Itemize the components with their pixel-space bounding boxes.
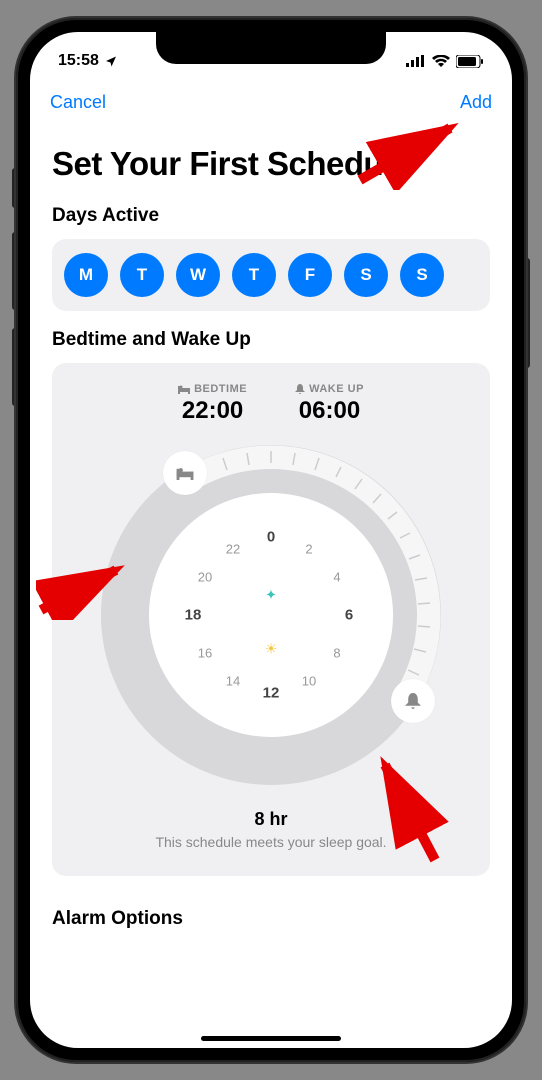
phone-frame: 15:58 Cancel Add Set Your First Schedule… — [16, 18, 526, 1062]
day-chip-sun[interactable]: S — [400, 253, 444, 297]
bedtime-handle[interactable] — [163, 451, 207, 495]
day-chip-thu[interactable]: T — [232, 253, 276, 297]
days-container: M T W T F S S — [52, 239, 490, 311]
wakeup-block: WAKE UP 06:00 — [295, 383, 364, 425]
home-indicator[interactable] — [201, 1036, 341, 1041]
notch — [156, 32, 386, 64]
day-chip-fri[interactable]: F — [288, 253, 332, 297]
sun-icon: ☀ — [265, 641, 278, 658]
status-time: 15:58 — [58, 52, 99, 70]
navigation-bar: Cancel Add — [30, 78, 512, 119]
bell-icon — [295, 384, 305, 394]
wakeup-handle[interactable] — [391, 679, 435, 723]
sleep-goal-text: This schedule meets your sleep goal. — [64, 834, 478, 850]
day-chip-sat[interactable]: S — [344, 253, 388, 297]
night-star-icon: ✦ — [265, 587, 277, 604]
bedtime-section: Bedtime and Wake Up BEDTIME 22:00 WAKE U… — [30, 329, 512, 894]
days-active-header: Days Active — [52, 205, 490, 227]
battery-icon — [456, 55, 484, 68]
wakeup-value: 06:00 — [295, 397, 364, 425]
bedtime-header: Bedtime and Wake Up — [52, 329, 490, 351]
bedtime-container: BEDTIME 22:00 WAKE UP 06:00 — [52, 363, 490, 876]
add-button[interactable]: Add — [460, 92, 492, 113]
alarm-options-header: Alarm Options — [30, 894, 512, 930]
day-chip-tue[interactable]: T — [120, 253, 164, 297]
cellular-signal-icon — [406, 55, 426, 67]
page-title: Set Your First Schedule — [30, 119, 512, 205]
bedtime-value: 22:00 — [178, 397, 247, 425]
wifi-icon — [432, 55, 450, 67]
days-active-section: Days Active M T W T F S S — [30, 205, 512, 329]
location-arrow-icon — [105, 55, 117, 67]
sleep-duration: 8 hr — [64, 809, 478, 830]
screen: 15:58 Cancel Add Set Your First Schedule… — [30, 32, 512, 1048]
day-chip-mon[interactable]: M — [64, 253, 108, 297]
bed-icon — [176, 466, 194, 480]
clock-face: 0 6 12 18 2 4 8 10 14 16 20 22 ✦ ☀ — [171, 515, 371, 715]
bedtime-block: BEDTIME 22:00 — [178, 383, 247, 425]
bed-icon — [178, 384, 190, 394]
cancel-button[interactable]: Cancel — [50, 92, 106, 113]
sleep-dial[interactable]: 0 6 12 18 2 4 8 10 14 16 20 22 ✦ ☀ — [101, 445, 441, 785]
day-chip-wed[interactable]: W — [176, 253, 220, 297]
bell-icon — [405, 693, 421, 709]
